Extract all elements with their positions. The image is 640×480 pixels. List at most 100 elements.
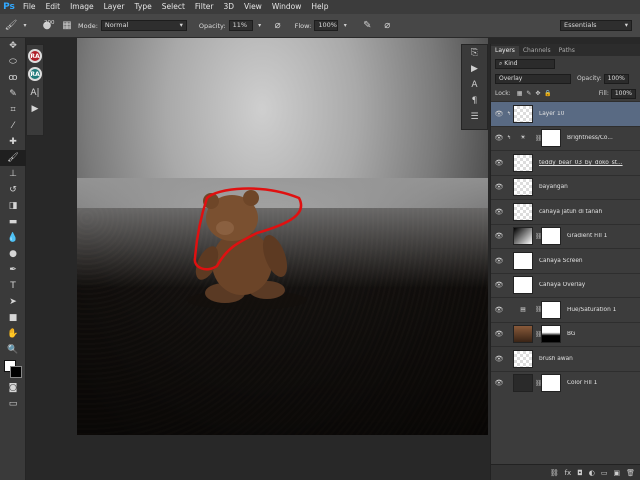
hand-tool-icon[interactable]: ✋ — [0, 326, 26, 342]
color-swatches[interactable] — [0, 358, 25, 380]
menu-select[interactable]: Select — [157, 0, 190, 14]
zoom-tool-icon[interactable]: 🔍 — [0, 342, 26, 358]
menu-filter[interactable]: Filter — [190, 0, 219, 14]
quick-mask-icon[interactable]: ◙ — [0, 380, 26, 396]
mask-thumbnail — [541, 227, 561, 246]
layer-thumbnail — [513, 153, 533, 172]
layer-row[interactable]: 👁 ↰ Layer 10 — [491, 101, 640, 126]
menu-type[interactable]: Type — [130, 0, 157, 14]
airbrush-icon[interactable]: ✎ — [360, 19, 374, 33]
tab-layers[interactable]: Layers — [491, 46, 519, 56]
options-bar: 🖌 ▾ ● 200 ▦ Mode: Normal ▾ Opacity: 11% … — [0, 14, 640, 38]
ra-button-teal[interactable]: RA — [28, 67, 42, 81]
brush-tool-icon[interactable]: 🖌 — [4, 19, 18, 33]
lock-icons[interactable]: ▦✎✥🔒 — [517, 90, 556, 97]
marquee-tool-icon[interactable]: ⬭ — [0, 54, 26, 70]
crop-tool-icon[interactable]: ⌗ — [0, 102, 26, 118]
eraser-tool-icon[interactable]: ◨ — [0, 198, 26, 214]
mode-select[interactable]: Normal ▾ — [100, 20, 187, 31]
eye-icon[interactable]: 👁 — [491, 110, 507, 118]
tab-channels[interactable]: Channels — [519, 46, 555, 56]
layer-row[interactable]: 👁 ⛓ Color Fill 1 — [491, 370, 640, 396]
workspace-select[interactable]: Essentials ▾ — [560, 20, 632, 31]
layer-row[interactable]: 👁 Cahaya Screen — [491, 248, 640, 273]
layer-row[interactable]: 👁 ▤ ⛓ Hue/Saturation 1 — [491, 297, 640, 322]
clone-stamp-tool-icon[interactable]: ⊥ — [0, 166, 26, 182]
canvas-image[interactable] — [77, 38, 488, 435]
blur-tool-icon[interactable]: 💧 — [0, 230, 26, 246]
folder-icon[interactable]: ▭ — [601, 469, 608, 477]
eye-icon[interactable]: 👁 — [491, 306, 507, 314]
menu-window[interactable]: Window — [267, 0, 307, 14]
new-layer-icon[interactable]: ▣ — [613, 469, 620, 477]
menu-edit[interactable]: Edit — [41, 0, 66, 14]
eyedropper-tool-icon[interactable]: ⁄ — [0, 118, 26, 134]
gradient-tool-icon[interactable]: ▬ — [0, 214, 26, 230]
quick-select-tool-icon[interactable]: ✎ — [0, 86, 26, 102]
flow-label: Flow: — [294, 21, 312, 30]
paragraph-icon[interactable]: ¶ — [462, 93, 487, 109]
eye-icon[interactable]: 👁 — [491, 330, 507, 338]
chevron-down-icon[interactable]: ▾ — [253, 19, 267, 33]
eye-icon[interactable]: 👁 — [491, 183, 507, 191]
healing-tool-icon[interactable]: ✚ — [0, 134, 26, 150]
flow-input[interactable]: 100% — [314, 20, 339, 31]
menu-view[interactable]: View — [239, 0, 267, 14]
menu-layer[interactable]: Layer — [99, 0, 130, 14]
menu-3d[interactable]: 3D — [218, 0, 239, 14]
character-icon[interactable]: A — [462, 77, 487, 93]
layer-row[interactable]: 👁 ⛓ BG — [491, 321, 640, 347]
eye-icon[interactable]: 👁 — [491, 134, 507, 142]
path-select-tool-icon[interactable]: ➤ — [0, 294, 26, 310]
brush-panel-icon[interactable]: ▦ — [60, 19, 74, 33]
actions-icon[interactable]: ▶ — [462, 61, 487, 77]
type-tool-icon[interactable]: T — [0, 278, 26, 294]
adjustment-icon[interactable]: ◐ — [589, 469, 595, 477]
pen-tool-icon[interactable]: ✒ — [0, 262, 26, 278]
mask-icon[interactable]: ◘ — [577, 469, 583, 477]
fill-input[interactable]: 100% — [610, 88, 636, 99]
eye-icon[interactable]: 👁 — [491, 355, 507, 363]
menu-file[interactable]: File — [18, 0, 41, 14]
eye-icon[interactable]: 👁 — [491, 257, 507, 265]
chevron-down-icon[interactable]: ▾ — [18, 19, 32, 33]
layer-row[interactable]: 👁 ⛓ Gradient Fill 1 — [491, 223, 640, 249]
blend-mode-select[interactable]: Overlay — [495, 73, 571, 84]
play-icon[interactable]: ▶ — [27, 101, 43, 117]
eye-icon[interactable]: 👁 — [491, 232, 507, 240]
layer-row[interactable]: 👁 cahaya jatuh di tanah — [491, 199, 640, 224]
fx-icon[interactable]: fx — [565, 469, 572, 477]
layer-row[interactable]: 👁 brush awan — [491, 346, 640, 371]
menu-help[interactable]: Help — [306, 0, 333, 14]
history-icon[interactable]: ⎘ — [462, 45, 487, 61]
layer-row[interactable]: 👁 bayangan — [491, 174, 640, 200]
layer-row[interactable]: 👁 teddy_bear_03_by_doko_st... — [491, 150, 640, 175]
tab-paths[interactable]: Paths — [555, 46, 579, 56]
link-icon[interactable]: ⛓ — [550, 469, 559, 477]
layer-opacity-input[interactable]: 100% — [603, 73, 629, 84]
brush-tool-icon[interactable]: 🖌 — [0, 150, 26, 166]
history-brush-tool-icon[interactable]: ↺ — [0, 182, 26, 198]
trash-icon[interactable]: 🗑 — [626, 469, 635, 477]
properties-icon[interactable]: ☰ — [462, 109, 487, 125]
pressure-size-icon[interactable]: ⌀ — [380, 19, 394, 33]
eye-icon[interactable]: 👁 — [491, 159, 507, 167]
character-panel-icon[interactable]: A| — [27, 85, 43, 101]
move-tool-icon[interactable]: ✥ — [0, 38, 26, 54]
layer-row[interactable]: 👁 ↰ ☀ ⛓ Brightness/Co... — [491, 125, 640, 151]
dodge-tool-icon[interactable]: ● — [0, 246, 26, 262]
ra-button-red[interactable]: RA — [28, 49, 42, 63]
lasso-tool-icon[interactable]: ꝏ — [0, 70, 26, 86]
layer-filter-select[interactable]: ⌕ Kind — [495, 58, 555, 69]
chevron-down-icon[interactable]: ▾ — [338, 19, 352, 33]
opacity-input[interactable]: 11% — [228, 20, 253, 31]
rectangle-tool-icon[interactable]: ■ — [0, 310, 26, 326]
background-color[interactable] — [10, 366, 22, 378]
menu-image[interactable]: Image — [65, 0, 99, 14]
eye-icon[interactable]: 👁 — [491, 379, 507, 387]
eye-icon[interactable]: 👁 — [491, 208, 507, 216]
screen-mode-icon[interactable]: ▭ — [0, 396, 26, 412]
pressure-opacity-icon[interactable]: ⌀ — [271, 19, 285, 33]
layer-row[interactable]: 👁 Cahaya Overlay — [491, 272, 640, 298]
eye-icon[interactable]: 👁 — [491, 281, 507, 289]
